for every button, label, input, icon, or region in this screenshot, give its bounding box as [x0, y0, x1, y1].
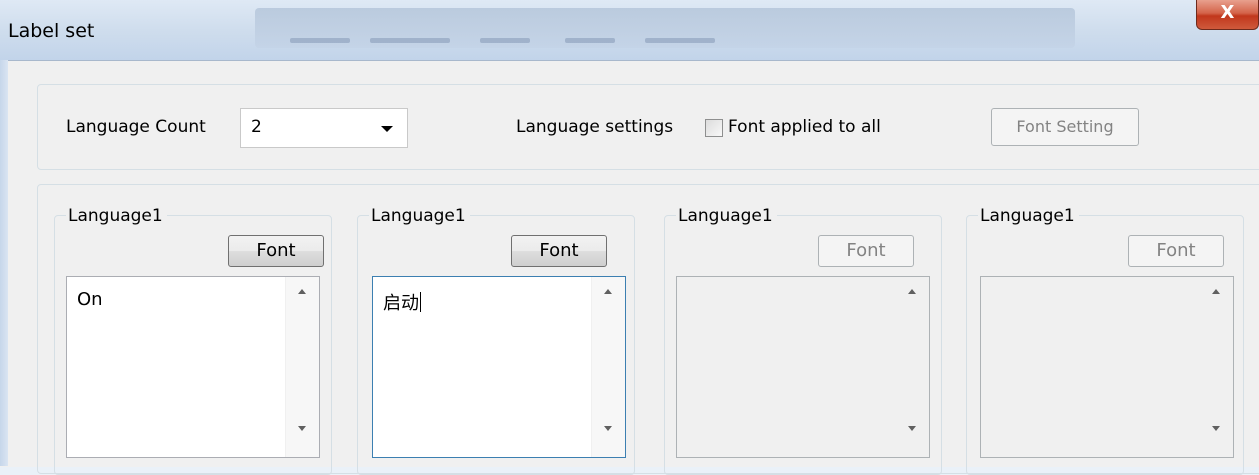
language-panel-1-title: Language1 — [66, 206, 167, 226]
window-frame-left — [0, 60, 8, 466]
language-count-label: Language Count — [66, 117, 206, 137]
scroll-down-icon[interactable] — [604, 426, 612, 431]
language-2-text: 启动 — [383, 293, 419, 314]
language-1-text: On — [77, 289, 103, 310]
language-2-scrollbar[interactable] — [591, 277, 625, 457]
scroll-up-icon[interactable] — [908, 289, 916, 294]
scroll-up-icon[interactable] — [1212, 289, 1220, 294]
background-window-ghost — [255, 8, 1075, 48]
scroll-down-icon[interactable] — [908, 426, 916, 431]
font-applied-to-all-label[interactable]: Font applied to all — [728, 117, 881, 137]
language-2-text-wrapper: 启动 — [383, 289, 421, 315]
language-1-font-button[interactable]: Font — [228, 235, 324, 267]
language-1-text-area[interactable]: On — [66, 276, 320, 458]
title-bar[interactable]: Label set X — [0, 0, 1259, 60]
scroll-down-icon[interactable] — [1212, 426, 1220, 431]
language-4-text-area[interactable] — [980, 276, 1234, 458]
close-button[interactable]: X — [1196, 0, 1259, 30]
font-applied-to-all-checkbox[interactable] — [705, 119, 723, 137]
language-count-value: 2 — [251, 117, 262, 137]
language-3-scrollbar[interactable] — [895, 277, 929, 457]
scroll-up-icon[interactable] — [298, 289, 306, 294]
language-panel-4-title: Language1 — [978, 206, 1079, 226]
language-4-scrollbar[interactable] — [1199, 277, 1233, 457]
language-4-font-button[interactable]: Font — [1128, 235, 1224, 267]
language-3-font-button[interactable]: Font — [818, 235, 914, 267]
language-settings-label: Language settings — [516, 117, 674, 137]
language-panel-3-title: Language1 — [676, 206, 777, 226]
window-title: Label set — [8, 20, 95, 42]
language-2-text-area[interactable]: 启动 — [372, 276, 626, 458]
scroll-up-icon[interactable] — [604, 289, 612, 294]
font-setting-button[interactable]: Font Setting — [991, 108, 1139, 146]
text-caret — [420, 292, 421, 312]
language-3-text-area[interactable] — [676, 276, 930, 458]
language-count-select[interactable]: 2 — [240, 108, 408, 148]
chevron-down-icon[interactable] — [381, 126, 393, 132]
language-1-scrollbar[interactable] — [285, 277, 319, 457]
scroll-down-icon[interactable] — [298, 426, 306, 431]
language-panel-2-title: Language1 — [369, 206, 470, 226]
language-2-font-button[interactable]: Font — [511, 235, 607, 267]
